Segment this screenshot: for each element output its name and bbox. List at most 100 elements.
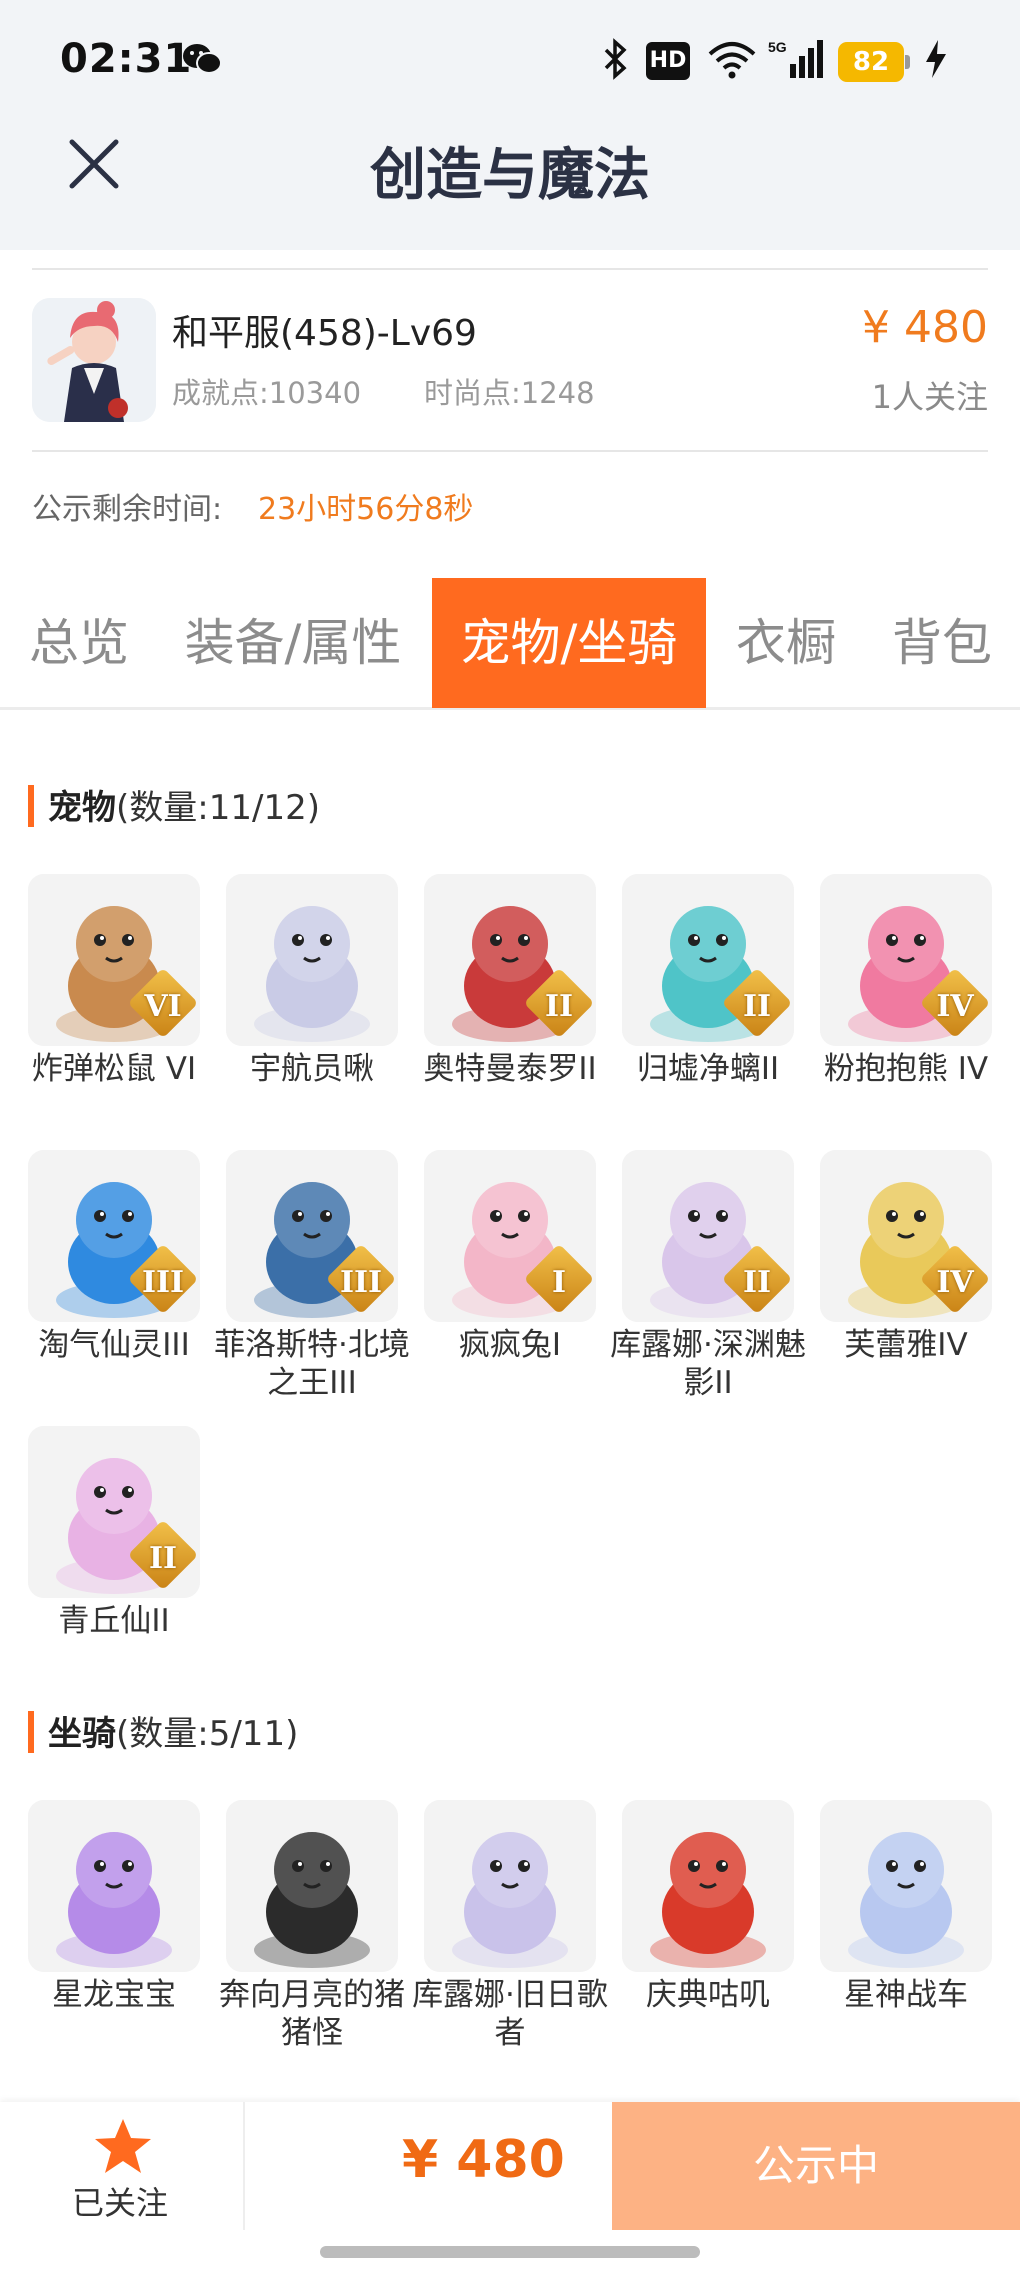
public-status-button[interactable]: 公示中	[612, 2102, 1020, 2230]
grid-item-label: 奔向月亮的猪猪怪	[219, 1977, 405, 2051]
grid-item-ultraman[interactable]: II 奥特曼泰罗II	[423, 874, 597, 1088]
charging-icon	[926, 40, 946, 78]
bluetooth-icon	[604, 38, 627, 80]
divider	[32, 450, 988, 452]
grid-item-label: 炸弹松鼠 VI	[31, 1051, 197, 1087]
dragon-icon: II	[622, 874, 794, 1046]
grade-badge-label: III	[339, 1265, 383, 1300]
grid-item-unicorn[interactable]: 星神战车	[820, 1800, 992, 2014]
grid-item-star-dragon[interactable]: 星龙宝宝	[28, 1800, 200, 2014]
bear-icon: IV	[820, 874, 992, 1046]
wifi-icon	[708, 42, 756, 79]
grid-item-fox-fairy[interactable]: II 青丘仙II	[28, 1426, 200, 1640]
star-icon	[95, 2119, 151, 2173]
bottom-price: ¥ 480	[402, 2130, 565, 2190]
unicorn-icon	[820, 1800, 992, 1972]
achievement-points: 成就点:10340	[172, 376, 362, 410]
tab-pets-mounts[interactable]: 宠物/坐骑	[432, 578, 706, 708]
follow-button[interactable]	[80, 2116, 166, 2182]
grade-badge-label: IV	[936, 1265, 974, 1300]
grade-badge-label: II	[742, 1265, 772, 1300]
grade-badge-label: VI	[144, 989, 182, 1024]
notice-countdown: 23小时56分8秒	[258, 492, 474, 527]
item-price: ¥ 480	[862, 302, 988, 353]
grid-item-label: 粉抱抱熊 IV	[823, 1051, 989, 1087]
ultraman-icon: II	[424, 874, 596, 1046]
wechat-icon	[183, 44, 222, 74]
ice-king-icon: III	[226, 1150, 398, 1322]
network-label: 5G	[768, 39, 787, 55]
squirrel-icon: VI	[28, 874, 200, 1046]
item-name: 和平服(458)-Lv69	[172, 313, 477, 354]
kuluna-singer-icon	[424, 1800, 596, 1972]
grade-badge-label: I	[551, 1265, 567, 1300]
tab-equipment[interactable]: 装备/属性	[168, 578, 418, 708]
grade-badge-label: II	[544, 989, 574, 1024]
pig-icon	[226, 1800, 398, 1972]
mounts-section-title: 坐骑(数量:5/11)	[28, 1706, 298, 1755]
festival-icon	[622, 1800, 794, 1972]
grade-badge-label: II	[148, 1541, 178, 1576]
grid-item-kuluna-singer[interactable]: 库露娜·旧日歌者	[412, 1800, 608, 2052]
mounts-title: 坐骑	[48, 1714, 116, 1754]
tab-overview[interactable]: 总览	[0, 578, 158, 708]
grid-item-kuluna[interactable]: II 库露娜·深渊魅影II	[610, 1150, 806, 1402]
grid-item-label: 淘气仙灵III	[38, 1327, 190, 1363]
kuluna-icon: II	[622, 1150, 794, 1322]
item-card[interactable]: 和平服(458)-Lv69 成就点:10340 时尚点:1248 ¥ 480 1…	[0, 250, 1020, 560]
grid-item-pig[interactable]: 奔向月亮的猪猪怪	[219, 1800, 405, 2052]
grid-item-label: 菲洛斯特·北境之王III	[214, 1327, 410, 1401]
grid-item-label: 星龙宝宝	[52, 1977, 176, 2013]
divider	[32, 268, 988, 270]
home-indicator	[320, 2246, 700, 2258]
tab-bag[interactable]: 背包	[872, 578, 1012, 708]
grid-item-squirrel[interactable]: VI 炸弹松鼠 VI	[28, 874, 200, 1088]
fox-fairy-icon: II	[28, 1426, 200, 1598]
grid-item-bear[interactable]: IV 粉抱抱熊 IV	[820, 874, 992, 1088]
grid-item-astronaut[interactable]: 宇航员啾	[226, 874, 398, 1088]
top-bar: 02:31 HD 5G 82 创造与魔法	[0, 0, 1020, 250]
grid-item-rabbit[interactable]: I 疯疯兔I	[424, 1150, 596, 1364]
grid-item-freya[interactable]: IV 芙蕾雅IV	[820, 1150, 992, 1364]
status-time: 02:31	[60, 36, 193, 82]
grade-badge-label: IV	[936, 989, 974, 1024]
hd-icon: HD	[646, 42, 690, 80]
pets-section-title: 宠物(数量:11/12)	[28, 780, 320, 829]
pets-title: 宠物	[48, 788, 116, 828]
pets-count: (数量:11/12)	[116, 788, 320, 828]
notice-label: 公示剩余时间:	[32, 492, 223, 527]
grid-item-ice-king[interactable]: III 菲洛斯特·北境之王III	[214, 1150, 410, 1402]
grid-item-label: 奥特曼泰罗II	[423, 1051, 597, 1087]
grid-item-label: 库露娜·旧日歌者	[412, 1977, 608, 2051]
signal-icon: 5G	[768, 39, 823, 78]
follower-count: 1人关注	[871, 378, 988, 416]
grid-item-puppy[interactable]: III 淘气仙灵III	[28, 1150, 200, 1364]
grid-item-label: 芙蕾雅IV	[844, 1327, 968, 1363]
grid-item-label: 庆典咕叽	[646, 1977, 770, 2013]
divider	[243, 2102, 245, 2230]
grid-item-dragon[interactable]: II 归墟净螭II	[622, 874, 794, 1088]
freya-icon: IV	[820, 1150, 992, 1322]
character-avatar	[32, 298, 156, 422]
battery-level: 82	[838, 42, 904, 82]
tab-bar: 总览 装备/属性 宠物/坐骑 衣橱 背包	[0, 578, 1020, 710]
grade-badge-label: II	[742, 989, 772, 1024]
page-title: 创造与魔法	[370, 143, 650, 208]
puppy-icon: III	[28, 1150, 200, 1322]
grid-item-label: 星神战车	[844, 1977, 968, 2013]
fashion-points: 时尚点:1248	[424, 376, 595, 410]
grid-item-label: 疯疯兔I	[458, 1327, 562, 1363]
astronaut-icon	[226, 874, 398, 1046]
follow-label: 已关注	[71, 2184, 168, 2222]
grid-item-label: 青丘仙II	[58, 1603, 170, 1639]
grid-item-label: 归墟净螭II	[636, 1051, 780, 1087]
grid-item-label: 库露娜·深渊魅影II	[610, 1327, 806, 1401]
grid-item-label: 宇航员啾	[250, 1051, 374, 1087]
mounts-count: (数量:5/11)	[116, 1714, 299, 1754]
grade-badge-label: III	[141, 1265, 185, 1300]
star-dragon-icon	[28, 1800, 200, 1972]
tab-wardrobe[interactable]: 衣橱	[718, 578, 854, 708]
battery-icon: 82	[838, 42, 910, 82]
grid-item-festival[interactable]: 庆典咕叽	[622, 1800, 794, 2014]
rabbit-icon: I	[424, 1150, 596, 1322]
